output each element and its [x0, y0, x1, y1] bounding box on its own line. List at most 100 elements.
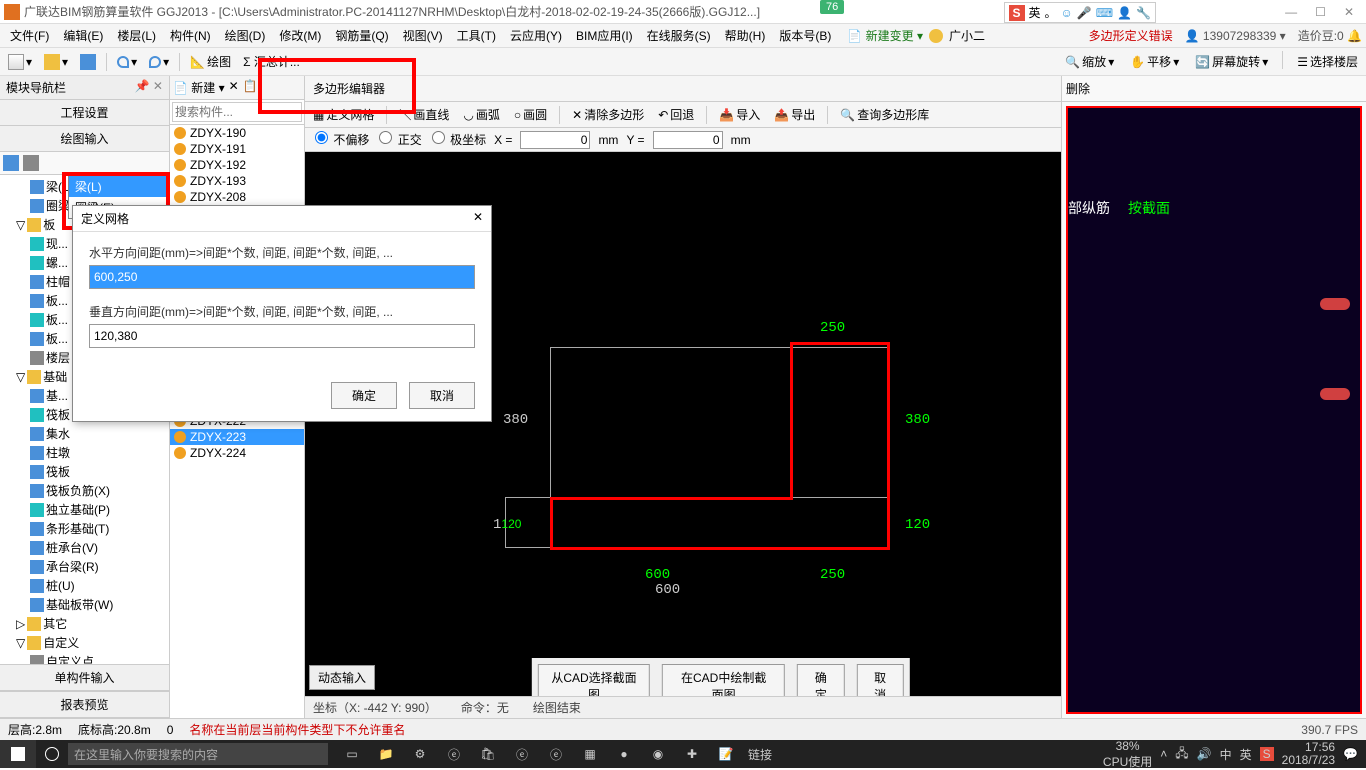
menu-online[interactable]: 在线服务(S) — [641, 25, 717, 46]
ime-toolbar[interactable]: S 英 。 ☺ 🎤 ⌨ 👤 🔧 — [1004, 2, 1156, 23]
menu-draw[interactable]: 绘图(D) — [219, 25, 272, 46]
draw-button[interactable]: 📐 绘图 — [186, 51, 235, 72]
list-item[interactable]: ZDYX-192 — [170, 157, 304, 173]
menu-edit[interactable]: 编辑(E) — [57, 25, 109, 46]
person-icon[interactable]: 👤 — [1117, 6, 1132, 20]
maximize-button[interactable]: ☐ — [1315, 5, 1326, 19]
draw-line-button[interactable]: ＼ 画直线 — [395, 104, 453, 125]
tree-node[interactable]: ▷其它 — [2, 614, 167, 633]
menu-file[interactable]: 文件(F) — [4, 25, 55, 46]
tray-ime-icon[interactable]: 英 — [1240, 746, 1252, 763]
delete-row[interactable]: 删除 — [1062, 76, 1366, 102]
tree-node[interactable]: 柱墩 — [2, 443, 167, 462]
tray-up-icon[interactable]: ˄ — [1160, 747, 1167, 761]
draw-arc-button[interactable]: ◡ 画弧 — [459, 104, 504, 125]
tree-node[interactable]: 基础板带(W) — [2, 595, 167, 614]
tree-node[interactable]: 桩(U) — [2, 576, 167, 595]
tab-draw-input[interactable]: 绘图输入 — [0, 126, 169, 152]
menu-floor[interactable]: 楼层(L) — [111, 25, 162, 46]
section-preview[interactable]: 部纵筋 按截面 — [1066, 106, 1362, 714]
edge-icon[interactable]: ⓔ — [438, 740, 470, 768]
radio-no-offset[interactable]: 不偏移 — [313, 131, 369, 148]
define-grid-button[interactable]: ▦ 定义网格 — [309, 104, 378, 125]
credit-display[interactable]: 造价豆:0 🔔 — [1298, 27, 1362, 44]
menu-rebar[interactable]: 钢筋量(Q) — [329, 25, 394, 46]
tree-node[interactable]: 筏板 — [2, 462, 167, 481]
explorer-icon[interactable]: 📁 — [370, 740, 402, 768]
summary-button[interactable]: Σ 汇总计... — [239, 51, 304, 72]
new-change-button[interactable]: 📄 新建变更 ▾ — [847, 27, 923, 44]
y-input[interactable] — [653, 131, 723, 149]
phone-number[interactable]: 👤 13907298339 ▾ — [1185, 29, 1286, 43]
undo-polygon-button[interactable]: ↶ 回退 — [654, 104, 698, 125]
ie-icon[interactable]: ⓔ — [540, 740, 572, 768]
menu-component[interactable]: 构件(N) — [164, 25, 217, 46]
app-icon-3[interactable]: ● — [608, 740, 640, 768]
menu-view[interactable]: 视图(V) — [397, 25, 449, 46]
vertical-spacing-input[interactable] — [89, 324, 475, 348]
app-icon-4[interactable]: ◉ — [642, 740, 674, 768]
tree-node[interactable]: 桩承台(V) — [2, 538, 167, 557]
tray-network-icon[interactable]: 🖧 — [1175, 744, 1188, 765]
keyboard-icon[interactable]: ⌨ — [1096, 6, 1113, 20]
tray-sogou-icon[interactable]: S — [1260, 747, 1274, 761]
delete-item-button[interactable]: ✕ — [229, 79, 239, 96]
cpu-meter[interactable]: 38%CPU使用 — [1103, 739, 1152, 770]
menu-version[interactable]: 版本号(B) — [773, 25, 837, 46]
app-icon-2[interactable]: ▦ — [574, 740, 606, 768]
edge2-icon[interactable]: ⓔ — [506, 740, 538, 768]
import-button[interactable]: 📥 导入 — [715, 104, 764, 125]
rotate-button[interactable]: 🔄 屏幕旋转 ▾ — [1191, 51, 1272, 72]
tray-lang-icon[interactable]: 中 — [1220, 746, 1232, 763]
export-button[interactable]: 📤 导出 — [770, 104, 819, 125]
x-input[interactable] — [520, 131, 590, 149]
dialog-titlebar[interactable]: 定义网格 ✕ — [73, 206, 491, 232]
menu-cloud[interactable]: 云应用(Y) — [504, 25, 568, 46]
new-file-button[interactable]: ▾ — [4, 52, 36, 72]
list-item[interactable]: ZDYX-223 — [170, 429, 304, 445]
store-icon[interactable]: 🛍 — [472, 740, 504, 768]
tab-report-preview[interactable]: 报表预览 — [0, 691, 169, 718]
dropdown-item-beam[interactable]: 梁(L) — [69, 176, 167, 197]
save-button[interactable] — [76, 52, 100, 72]
tree-node[interactable]: ▽自定义 — [2, 633, 167, 652]
minimize-button[interactable]: — — [1285, 5, 1297, 19]
tab-single-input[interactable]: 单构件输入 — [0, 664, 169, 691]
start-button[interactable] — [0, 740, 36, 768]
tree-node[interactable]: 筏板负筋(X) — [2, 481, 167, 500]
radio-polar[interactable]: 极坐标 — [430, 131, 486, 148]
list-item[interactable]: ZDYX-193 — [170, 173, 304, 189]
mic-icon[interactable]: 🎤 — [1077, 6, 1092, 20]
menu-help[interactable]: 帮助(H) — [719, 25, 772, 46]
taskbar-search[interactable]: 在这里输入你要搜索的内容 — [68, 743, 328, 765]
menu-bim[interactable]: BIM应用(I) — [570, 25, 639, 46]
pin-icon[interactable]: 📌 ✕ — [135, 79, 163, 96]
clock[interactable]: 17:562018/7/23 — [1282, 741, 1335, 767]
radio-ortho[interactable]: 正交 — [377, 131, 421, 148]
notification-badge[interactable]: 76 — [820, 0, 844, 14]
list-item[interactable]: ZDYX-208 — [170, 189, 304, 205]
new-item-button[interactable]: 📄 新建 ▾ — [173, 79, 225, 96]
clear-polygon-button[interactable]: ✕ 清除多边形 — [568, 104, 648, 125]
task-view-icon[interactable]: ▭ — [336, 740, 368, 768]
select-floor-button[interactable]: ☰ 选择楼层 — [1293, 51, 1362, 72]
dialog-ok-button[interactable]: 确定 — [331, 382, 397, 409]
tray-volume-icon[interactable]: 🔊 — [1197, 747, 1212, 761]
tree-node[interactable]: 自定义点 — [2, 652, 167, 664]
dialog-cancel-button[interactable]: 取消 — [409, 382, 475, 409]
tree-node[interactable]: 承台梁(R) — [2, 557, 167, 576]
list-item[interactable]: ZDYX-224 — [170, 445, 304, 461]
menu-tools[interactable]: 工具(T) — [451, 25, 502, 46]
redo-button[interactable]: ▾ — [145, 53, 173, 71]
list-item[interactable]: ZDYX-191 — [170, 141, 304, 157]
draw-circle-button[interactable]: ○ 画圆 — [510, 104, 551, 125]
tree-node[interactable]: 条形基础(T) — [2, 519, 167, 538]
tab-project-settings[interactable]: 工程设置 — [0, 100, 169, 126]
dialog-close-button[interactable]: ✕ — [473, 210, 483, 227]
copy-item-button[interactable]: 📋 — [243, 79, 258, 96]
notification-center-icon[interactable]: 💬 — [1343, 747, 1358, 761]
mini-icon-2[interactable] — [23, 155, 39, 171]
list-item[interactable]: ZDYX-190 — [170, 125, 304, 141]
tree-node[interactable]: 独立基础(P) — [2, 500, 167, 519]
dynamic-input-button[interactable]: 动态输入 — [309, 665, 375, 690]
